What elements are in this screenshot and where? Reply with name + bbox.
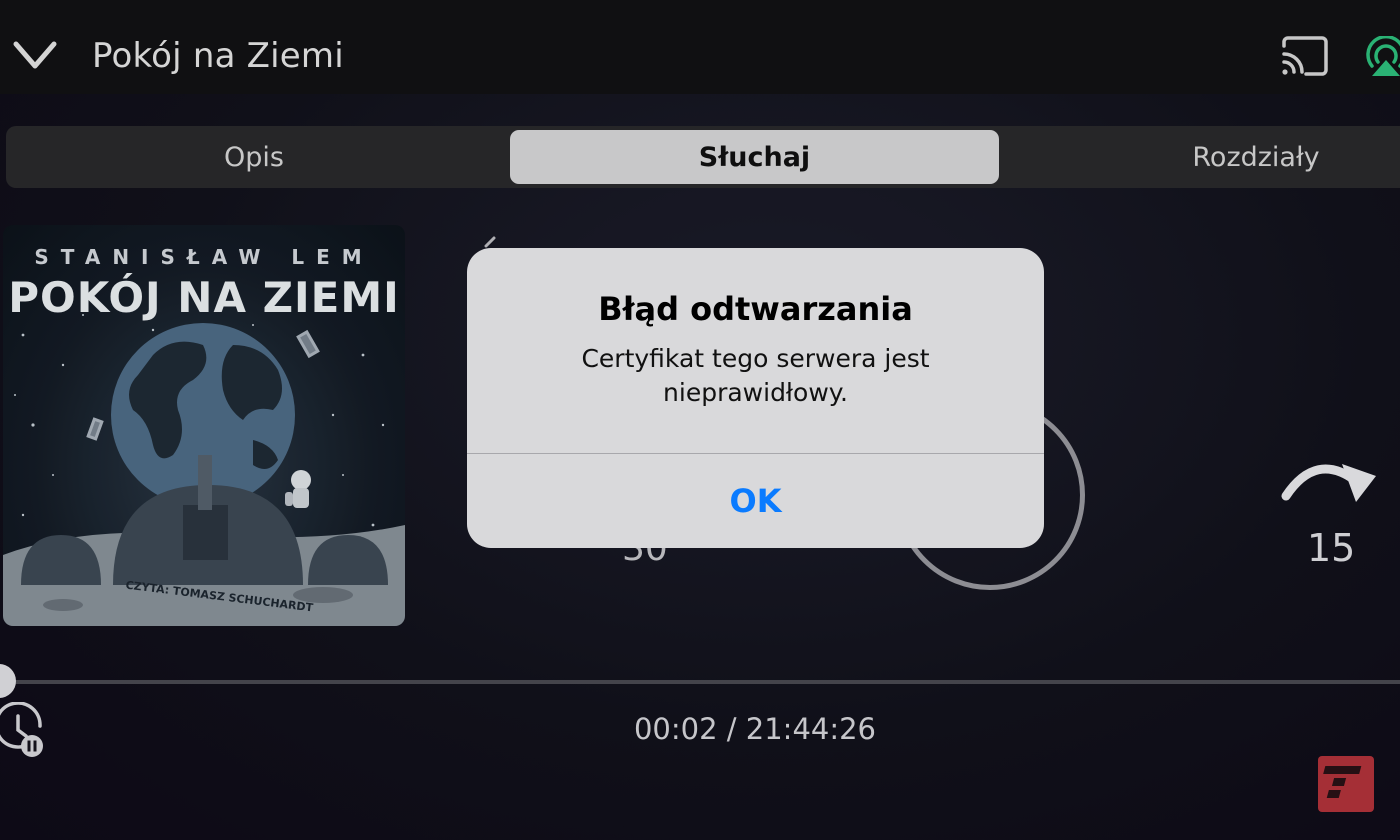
alert-title: Błąd odtwarzania [598,290,913,328]
error-alert-dialog: Błąd odtwarzania Certyfikat tego serwera… [467,248,1044,548]
alert-message: Certyfikat tego serwera jest nieprawidło… [581,344,930,407]
ok-button[interactable]: OK [467,454,1044,548]
